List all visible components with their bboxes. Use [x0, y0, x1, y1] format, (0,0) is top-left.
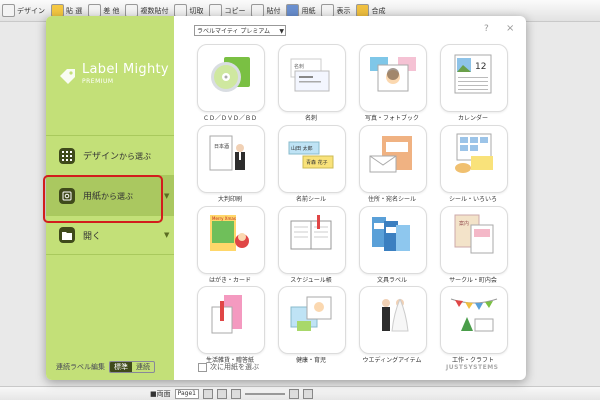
mode-continuous[interactable]: 連続: [132, 362, 154, 372]
category-schedule[interactable]: [278, 206, 346, 274]
dialog-main: ラベルマイティ プレミアム ▼ ? × ＣＤ／ＤＶＤ／ＢＤ 名刺 名刺 写真・フ…: [174, 16, 526, 380]
highlight-annotation: [43, 175, 163, 223]
cd-icon: [211, 57, 250, 92]
mode-toggle[interactable]: 標準 連続: [109, 361, 155, 373]
thumb-poster: 日本酒: [214, 143, 229, 150]
app-logo-sub: PREMIUM: [82, 78, 114, 85]
category-wedding[interactable]: [359, 286, 427, 354]
thumb-name2: 青森 花子: [306, 159, 328, 166]
mode-standard[interactable]: 標準: [110, 362, 132, 372]
category-craft[interactable]: [440, 286, 508, 354]
category-name-sticker[interactable]: 山田 太郎 青森 花子: [278, 125, 346, 193]
product-select[interactable]: ラベルマイティ プレミアム ▼: [194, 25, 286, 36]
status-bar: ■両面 Page1: [0, 386, 600, 400]
circle-icon: 案内: [454, 214, 494, 254]
thumb-name: 山田 太郎: [291, 145, 313, 152]
caption-name-sticker: 名前シール: [295, 196, 326, 203]
category-photo-book[interactable]: [359, 44, 427, 112]
next-paper-option[interactable]: 次に用紙を選ぶ: [198, 362, 259, 372]
continuous-label-edit: 連続ラベル編集 標準 連続: [56, 361, 155, 373]
thumb-circle: 案内: [459, 220, 469, 227]
health-icon: [290, 296, 332, 331]
category-stationery-label[interactable]: [359, 206, 427, 274]
wedding-icon: [382, 298, 409, 332]
category-large-print[interactable]: 日本酒: [197, 125, 265, 193]
design-icon: [2, 4, 15, 17]
fit-page-icon[interactable]: [302, 388, 313, 399]
category-health[interactable]: [278, 286, 346, 354]
thumb-card: Merry Xmas: [212, 216, 236, 221]
category-calendar[interactable]: 12: [440, 44, 508, 112]
help-icon[interactable]: ?: [484, 24, 489, 34]
folder-icon: [59, 227, 75, 243]
address-label-icon: [369, 136, 412, 173]
next-page-icon[interactable]: [216, 388, 227, 399]
caption-large-print: 大判印刷: [217, 196, 242, 203]
category-household[interactable]: [197, 286, 265, 354]
nav-design-suffix: から選ぶ: [119, 152, 152, 161]
nav-design-label: デザイン: [83, 152, 120, 162]
nav-paper-caret-icon[interactable]: ▼: [164, 192, 169, 200]
craft-icon: [450, 298, 498, 332]
postcard-icon: Merry Xmas: [210, 215, 249, 251]
next-paper-checkbox[interactable]: [198, 362, 207, 372]
thumb-meishi: 名刺: [294, 63, 304, 70]
dropdown-arrow-icon: ▼: [279, 28, 284, 35]
caption-health: 健康・育児: [295, 357, 326, 364]
prev-page-icon[interactable]: [202, 388, 213, 399]
stickers-icon: [455, 133, 493, 173]
schedule-icon: [290, 215, 332, 250]
caption-business-card: 名刺: [304, 115, 317, 122]
calendar-icon: 12: [454, 54, 492, 94]
tag-icon: [60, 69, 75, 84]
caption-stickers: シール・いろいろ: [448, 196, 497, 203]
zoom-in-icon[interactable]: [288, 388, 299, 399]
caption-address-label: 住所・宛名シール: [367, 196, 416, 203]
view-mode-label: ■両面: [150, 389, 171, 398]
zoom-slider[interactable]: [244, 392, 285, 395]
category-circle[interactable]: 案内: [440, 206, 508, 274]
category-address-label[interactable]: [359, 125, 427, 193]
business-card-icon: 名刺: [290, 58, 330, 92]
thumb-calendar: 12: [475, 62, 486, 72]
app-logo: Label Mighty: [82, 62, 169, 77]
grid-icon: [59, 147, 75, 164]
category-cd-dvd-bd[interactable]: [197, 44, 265, 112]
caption-calendar: カレンダー: [457, 115, 488, 122]
household-icon: [211, 295, 242, 334]
next-paper-label: 次に用紙を選ぶ: [210, 363, 259, 371]
nav-open-caret-icon[interactable]: ▼: [164, 231, 169, 239]
zoom-out-icon[interactable]: [230, 388, 241, 399]
close-icon[interactable]: ×: [506, 23, 514, 34]
nav-open-label: 開く: [83, 231, 102, 242]
brand-logo: JUSTSYSTEMS: [446, 364, 499, 371]
caption-postcard: はがき・カード: [208, 277, 251, 284]
large-print-icon: 日本酒: [209, 135, 245, 171]
caption-photo-book: 写真・フォトブック: [364, 115, 419, 122]
category-business-card[interactable]: 名刺: [278, 44, 346, 112]
caption-stationery-label: 文具ラベル: [376, 277, 407, 284]
caption-cd: ＣＤ／ＤＶＤ／ＢＤ: [202, 115, 257, 122]
stationery-label-icon: [372, 217, 410, 251]
caption-circle: サークル・町内会: [449, 277, 497, 284]
caption-wedding: ウエディングアイテム: [362, 357, 422, 364]
toolbar-design-button[interactable]: デザイン: [2, 4, 45, 17]
caption-schedule: スケジュール帳: [290, 277, 332, 284]
product-select-value: ラベルマイティ プレミアム: [197, 28, 271, 35]
caption-craft: 工作・クラフト: [451, 357, 494, 364]
continuous-label-text: 連続ラベル編集: [56, 363, 105, 371]
page-selector[interactable]: Page1: [174, 388, 199, 399]
category-postcard[interactable]: Merry Xmas: [197, 206, 265, 274]
photo-book-icon: [370, 57, 416, 92]
category-stickers[interactable]: [440, 125, 508, 193]
nav-design[interactable]: デザインから選ぶ: [46, 135, 174, 175]
name-sticker-icon: 山田 太郎 青森 花子: [288, 141, 334, 169]
